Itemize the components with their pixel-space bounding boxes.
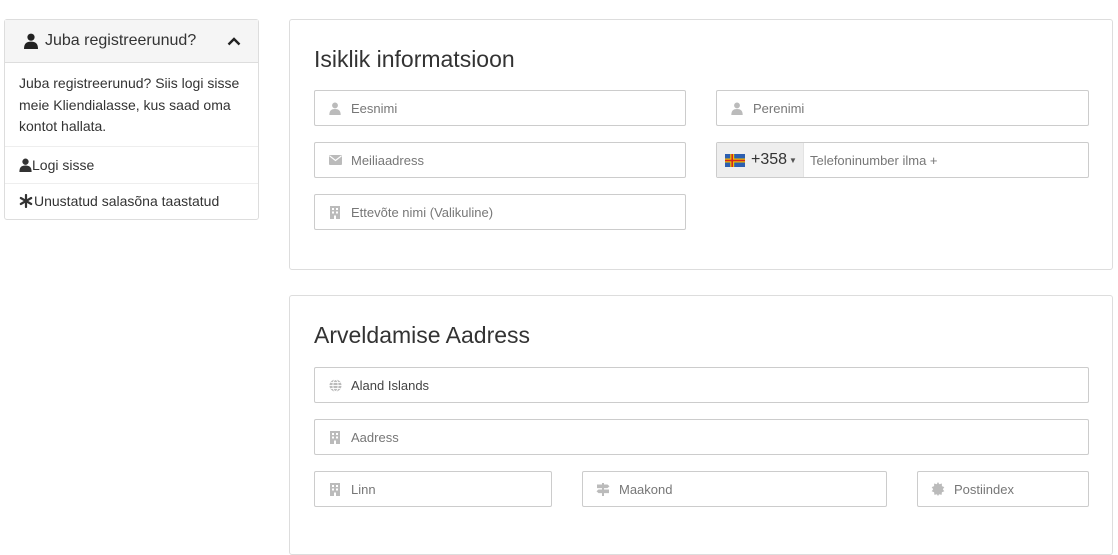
user-icon	[19, 158, 32, 172]
signpost-icon	[596, 482, 610, 496]
building-icon	[328, 205, 342, 219]
login-link-label: Logi sisse	[32, 156, 95, 173]
email-field[interactable]: Meiliaadress	[314, 142, 686, 178]
city-input[interactable]: Linn	[351, 482, 376, 497]
email-input[interactable]: Meiliaadress	[351, 153, 424, 168]
last-name-field[interactable]: Perenimi	[716, 90, 1089, 126]
postcode-field[interactable]: Postiindex	[917, 471, 1089, 507]
address-input[interactable]: Aadress	[351, 430, 399, 445]
certificate-icon	[931, 482, 945, 496]
first-name-field[interactable]: Eesnimi	[314, 90, 686, 126]
user-icon	[730, 101, 744, 115]
country-select[interactable]: Aland Islands	[351, 378, 429, 393]
forgot-password-link[interactable]: Unustatud salasõna taastatud	[5, 182, 258, 219]
postcode-input[interactable]: Postiindex	[954, 482, 1014, 497]
state-input[interactable]: Maakond	[619, 482, 672, 497]
asterisk-icon	[19, 194, 33, 208]
aland-islands-flag-icon	[725, 153, 745, 167]
country-code: +358	[751, 151, 788, 168]
company-field[interactable]: Ettevõte nimi (Valikuline)	[314, 194, 686, 230]
first-name-input[interactable]: Eesnimi	[351, 101, 397, 116]
phone-input[interactable]: Telefoninumber ilma +	[810, 153, 938, 168]
user-icon	[328, 101, 342, 115]
chevron-up-icon[interactable]	[227, 36, 241, 46]
globe-icon	[328, 378, 342, 392]
user-icon	[24, 33, 38, 49]
state-field[interactable]: Maakond	[582, 471, 887, 507]
personal-info-title: Isiklik informatsioon	[314, 46, 515, 72]
company-input[interactable]: Ettevõte nimi (Valikuline)	[351, 205, 493, 220]
country-code-dropdown[interactable]: +358 ▼	[717, 143, 804, 177]
login-panel-header[interactable]: Juba registreerunud?	[5, 20, 258, 63]
login-panel-title: Juba registreerunud?	[45, 32, 197, 49]
building-icon	[328, 430, 342, 444]
personal-info-card: Isiklik informatsioon Eesnimi Perenimi M…	[289, 19, 1113, 270]
last-name-input[interactable]: Perenimi	[753, 101, 804, 116]
city-field[interactable]: Linn	[314, 471, 552, 507]
billing-address-title: Arveldamise Aadress	[314, 322, 531, 348]
envelope-icon	[328, 153, 342, 167]
forgot-password-label: Unustatud salasõna taastatud	[34, 193, 220, 209]
caret-down-icon: ▼	[789, 155, 797, 165]
address-field[interactable]: Aadress	[314, 419, 1089, 455]
login-panel-text: Juba registreerunud? Siis logi sisse mei…	[5, 63, 258, 147]
phone-field[interactable]: +358 ▼ Telefoninumber ilma +	[716, 142, 1089, 178]
building-icon	[328, 482, 342, 496]
login-link[interactable]: Logi sisse	[5, 147, 258, 183]
login-panel: Juba registreerunud? Juba registreerunud…	[4, 19, 259, 220]
billing-address-card: Arveldamise Aadress Aland Islands Aadres…	[289, 295, 1113, 555]
country-field[interactable]: Aland Islands	[314, 367, 1089, 403]
